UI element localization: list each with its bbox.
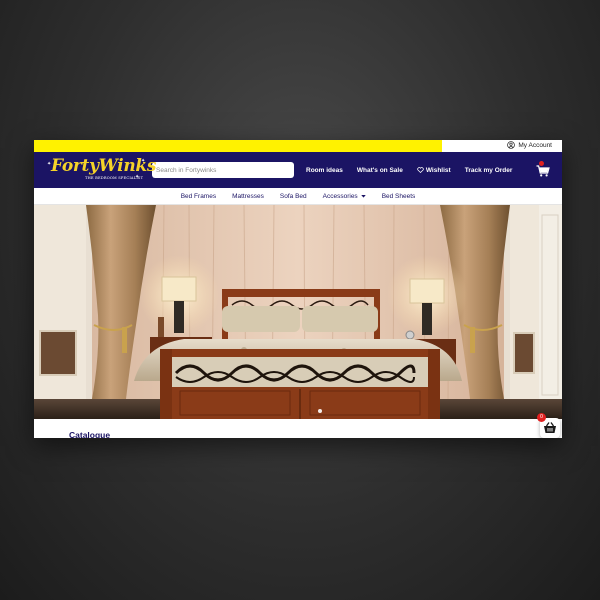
slider-dot-icon[interactable] (318, 409, 322, 413)
cart-icon (536, 165, 550, 177)
nav-bed-sheets[interactable]: Bed Sheets (382, 193, 416, 200)
star-icon: ✦ (135, 174, 140, 180)
nav-accessories-label: Accessories (322, 192, 358, 200)
floating-basket-button[interactable]: 0 (537, 413, 560, 438)
category-nav: Bed Frames Mattresses Sofa Bed Accessori… (34, 188, 562, 205)
nav-room-ideas[interactable]: Room ideas (306, 167, 343, 174)
header-nav: Room ideas What's on Sale Wishlist Track… (306, 167, 526, 174)
bedroom-hero-image (34, 205, 562, 419)
heart-icon (417, 167, 424, 173)
top-bar: My Account (34, 140, 562, 152)
nav-track-order[interactable]: Track my Order (465, 167, 513, 174)
search-box[interactable] (152, 162, 294, 178)
cart-button[interactable] (536, 161, 550, 177)
browser-page: My Account FortyWinks THE BEDROOM SPECIA… (34, 140, 562, 438)
logo-brand-text: FortyWinks (51, 156, 157, 176)
nav-wishlist[interactable]: Wishlist (417, 167, 451, 174)
my-account-label: My Account (518, 141, 552, 149)
caret-down-icon (360, 194, 366, 198)
nav-bed-frames[interactable]: Bed Frames (181, 193, 216, 200)
basket-count-badge: 0 (537, 413, 546, 422)
star-icon: ✦ (47, 161, 52, 167)
yellow-strip (34, 140, 442, 152)
star-icon: ✦ (141, 158, 146, 164)
nav-wishlist-label: Wishlist (425, 166, 451, 174)
nav-mattresses[interactable]: Mattresses (232, 193, 264, 200)
user-circle-icon (507, 141, 516, 149)
fortywinks-logo[interactable]: FortyWinks THE BEDROOM SPECIALIST ✦ ✦ ✦ (47, 156, 157, 182)
main-header: FortyWinks THE BEDROOM SPECIALIST ✦ ✦ ✦ … (34, 152, 562, 188)
catalogue-heading: Catalogue (69, 430, 111, 438)
hero-banner[interactable] (34, 205, 562, 419)
nav-accessories[interactable]: Accessories (323, 193, 366, 200)
search-input[interactable] (156, 166, 290, 174)
cart-badge (539, 161, 544, 166)
nav-whats-on-sale[interactable]: What's on Sale (357, 167, 403, 174)
my-account-link[interactable]: My Account (507, 141, 552, 149)
nav-sofa-bed[interactable]: Sofa Bed (280, 193, 307, 200)
